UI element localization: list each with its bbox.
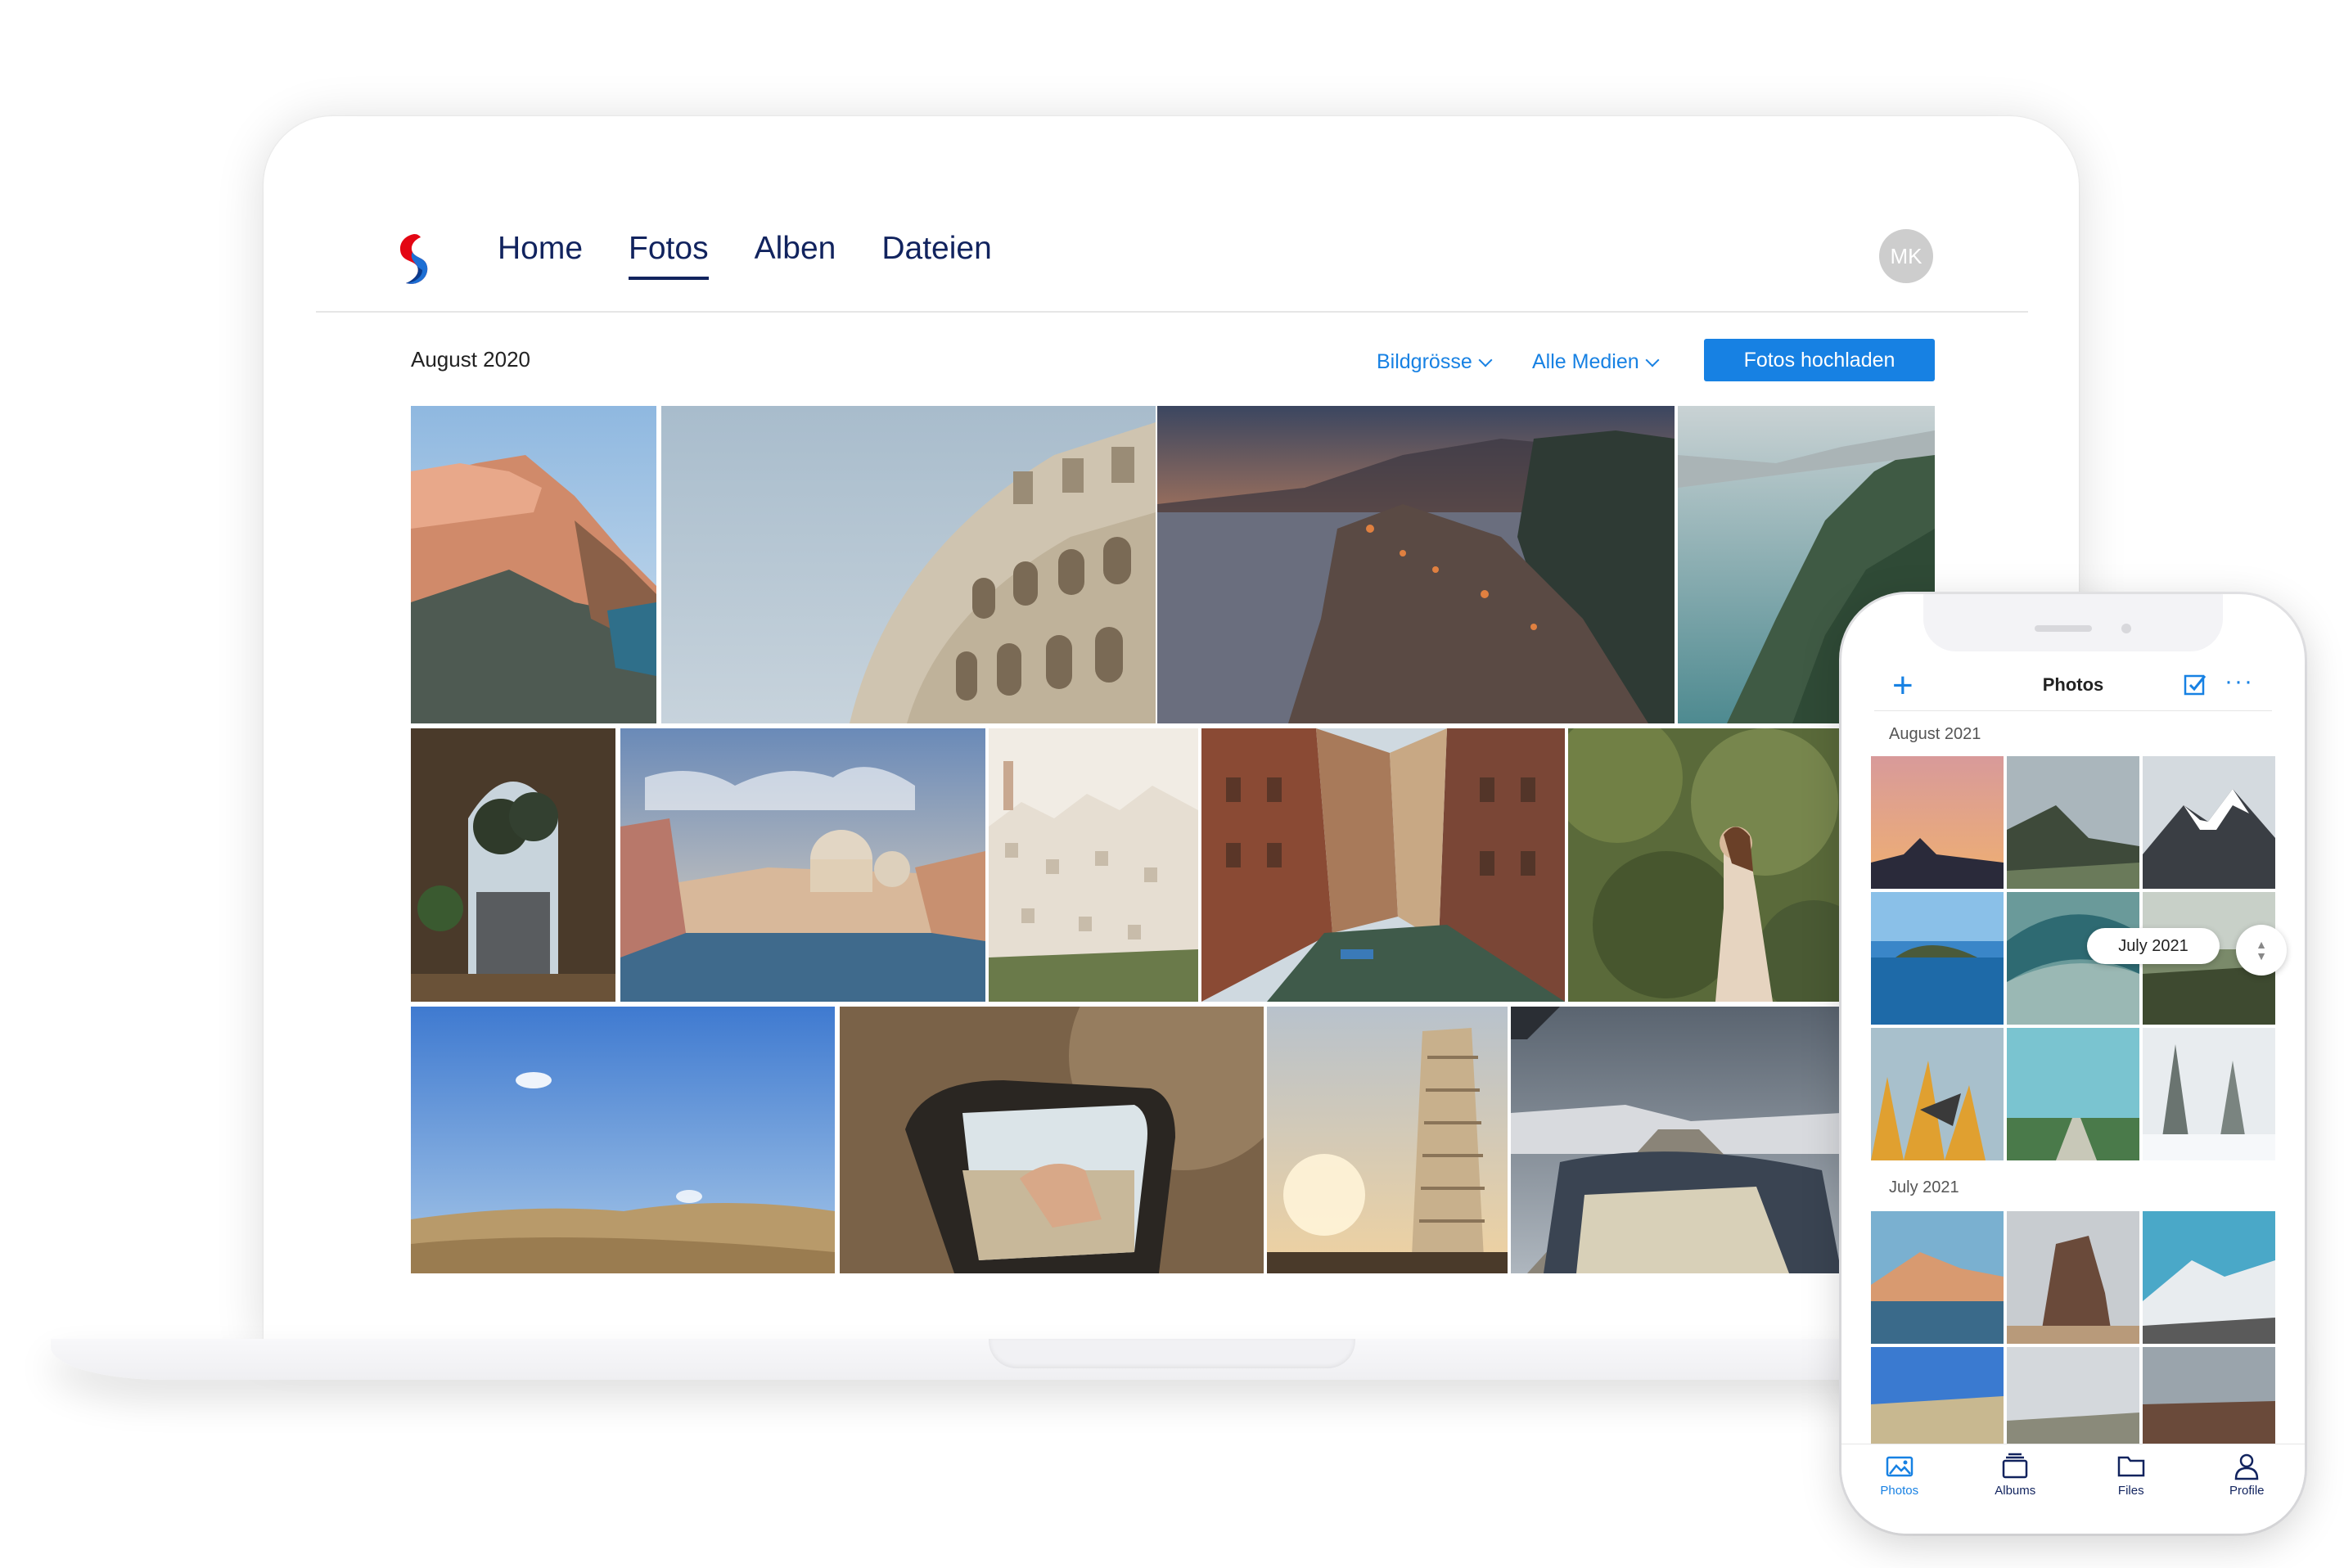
- albums-icon: [2003, 1453, 2028, 1479]
- main-nav: Home Fotos Alben Dateien: [498, 231, 992, 280]
- upload-photos-button[interactable]: Fotos hochladen: [1704, 339, 1935, 381]
- checkbox-icon[interactable]: [2184, 673, 2207, 696]
- tab-files-label: Files: [2117, 1484, 2144, 1498]
- tab-photos-label: Photos: [1880, 1484, 1919, 1498]
- files-icon: [2117, 1456, 2144, 1477]
- mobile-photo[interactable]: [2007, 756, 2139, 889]
- avatar[interactable]: MK: [1879, 229, 1933, 283]
- photo-tile[interactable]: [840, 1007, 1264, 1273]
- scroll-date-pill[interactable]: July 2021: [2087, 928, 2220, 964]
- photo-tile[interactable]: [1568, 728, 1841, 1002]
- mobile-tab-bar: Photos Albums Files Profile: [1841, 1444, 2305, 1534]
- mobile-photo[interactable]: [2007, 1211, 2139, 1344]
- photo-tile[interactable]: [1201, 728, 1565, 1002]
- photo-tile[interactable]: [1511, 1007, 1841, 1273]
- swisscom-logo[interactable]: [390, 229, 439, 288]
- photo-tile[interactable]: [1267, 1007, 1508, 1273]
- mobile-photo[interactable]: [2143, 756, 2275, 889]
- photo-tile[interactable]: [411, 728, 615, 1002]
- photo-tile[interactable]: [411, 1007, 835, 1273]
- phone-notch: [1923, 594, 2223, 651]
- chevron-down-icon: [1478, 353, 1493, 367]
- phone-camera: [2121, 624, 2131, 633]
- nav-dateien[interactable]: Dateien: [881, 231, 991, 280]
- photo-tile[interactable]: [661, 406, 1156, 723]
- more-icon[interactable]: ···: [2225, 668, 2254, 696]
- mobile-photo[interactable]: [1871, 756, 2004, 889]
- tab-photos[interactable]: Photos: [1841, 1444, 1958, 1534]
- photo-tile[interactable]: [411, 406, 656, 723]
- mobile-section-july: July 2021: [1889, 1178, 1959, 1196]
- nav-alben[interactable]: Alben: [755, 231, 836, 280]
- phone-frame: + Photos ··· August 2021 July 2021 ▲ ▼ Ju…: [1841, 594, 2305, 1534]
- mobile-photo[interactable]: [1871, 1028, 2004, 1160]
- image-size-label: Bildgrösse: [1377, 350, 1472, 373]
- phone-speaker: [2035, 625, 2092, 632]
- tab-profile-label: Profile: [2229, 1484, 2265, 1498]
- mobile-photo[interactable]: [2007, 1347, 2139, 1444]
- laptop-notch: [989, 1339, 1355, 1368]
- chevron-down-icon: [1645, 353, 1660, 367]
- media-filter-dropdown[interactable]: Alle Medien: [1532, 350, 1660, 374]
- tab-albums[interactable]: Albums: [1958, 1444, 2074, 1534]
- mobile-photo[interactable]: [2143, 1028, 2275, 1160]
- photo-tile[interactable]: [620, 728, 985, 1002]
- mobile-photo[interactable]: [2007, 1028, 2139, 1160]
- tab-profile[interactable]: Profile: [2189, 1444, 2306, 1534]
- section-title: August 2020: [411, 347, 531, 372]
- mobile-header-divider: [1874, 710, 2272, 711]
- mobile-photo[interactable]: [1871, 1211, 2004, 1344]
- mobile-photo[interactable]: [1871, 892, 2004, 1025]
- mobile-section-august: August 2021: [1889, 725, 1981, 743]
- media-filter-label: Alle Medien: [1532, 350, 1639, 373]
- photos-icon: [1886, 1456, 1913, 1477]
- photo-tile[interactable]: [989, 728, 1198, 1002]
- profile-icon: [2234, 1453, 2259, 1480]
- nav-fotos[interactable]: Fotos: [629, 231, 709, 280]
- tab-albums-label: Albums: [1995, 1484, 2036, 1498]
- photo-tile[interactable]: [1157, 406, 1675, 723]
- mobile-photo[interactable]: [1871, 1347, 2004, 1444]
- scroll-handle[interactable]: ▲ ▼: [2236, 925, 2287, 975]
- nav-home[interactable]: Home: [498, 231, 583, 280]
- header-divider: [316, 311, 2028, 313]
- image-size-dropdown[interactable]: Bildgrösse: [1377, 350, 1493, 374]
- tab-files[interactable]: Files: [2073, 1444, 2189, 1534]
- mobile-photo[interactable]: [2143, 1211, 2275, 1344]
- mobile-photo[interactable]: [2143, 1347, 2275, 1444]
